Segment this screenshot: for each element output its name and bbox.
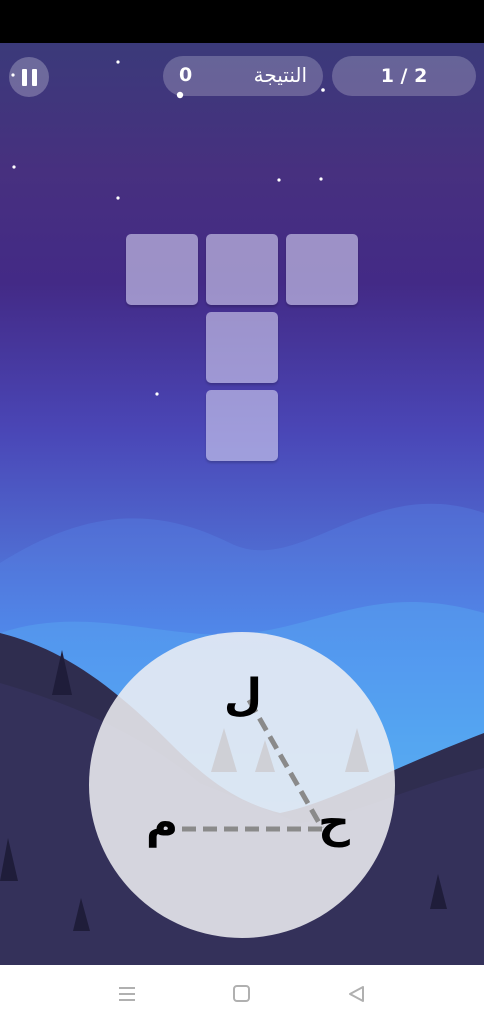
letter-tile xyxy=(126,234,198,305)
wheel-letter[interactable]: ل xyxy=(213,670,273,721)
wheel-letter[interactable]: ح xyxy=(304,797,364,848)
menu-icon[interactable] xyxy=(117,985,137,1003)
letter-tile xyxy=(206,312,278,383)
level-indicator: 1 / 2 xyxy=(332,56,476,96)
wheel-letter[interactable]: م xyxy=(132,797,192,848)
back-triangle-icon[interactable] xyxy=(347,985,367,1003)
pause-icon xyxy=(19,68,39,86)
pause-button[interactable] xyxy=(9,57,49,97)
letter-wheel[interactable]: ل ح م xyxy=(89,632,395,938)
letter-tile xyxy=(206,390,278,461)
score-value: 0 xyxy=(179,64,193,86)
score-display: 0 النتيجة xyxy=(163,56,323,96)
score-label: النتيجة xyxy=(253,63,307,87)
game-screen: 0 النتيجة 1 / 2 ل ح م xyxy=(0,43,484,965)
letter-tile xyxy=(206,234,278,305)
navigation-bar xyxy=(0,965,484,1024)
letter-tile xyxy=(286,234,358,305)
home-square-icon[interactable] xyxy=(232,985,252,1003)
status-bar xyxy=(0,0,484,43)
